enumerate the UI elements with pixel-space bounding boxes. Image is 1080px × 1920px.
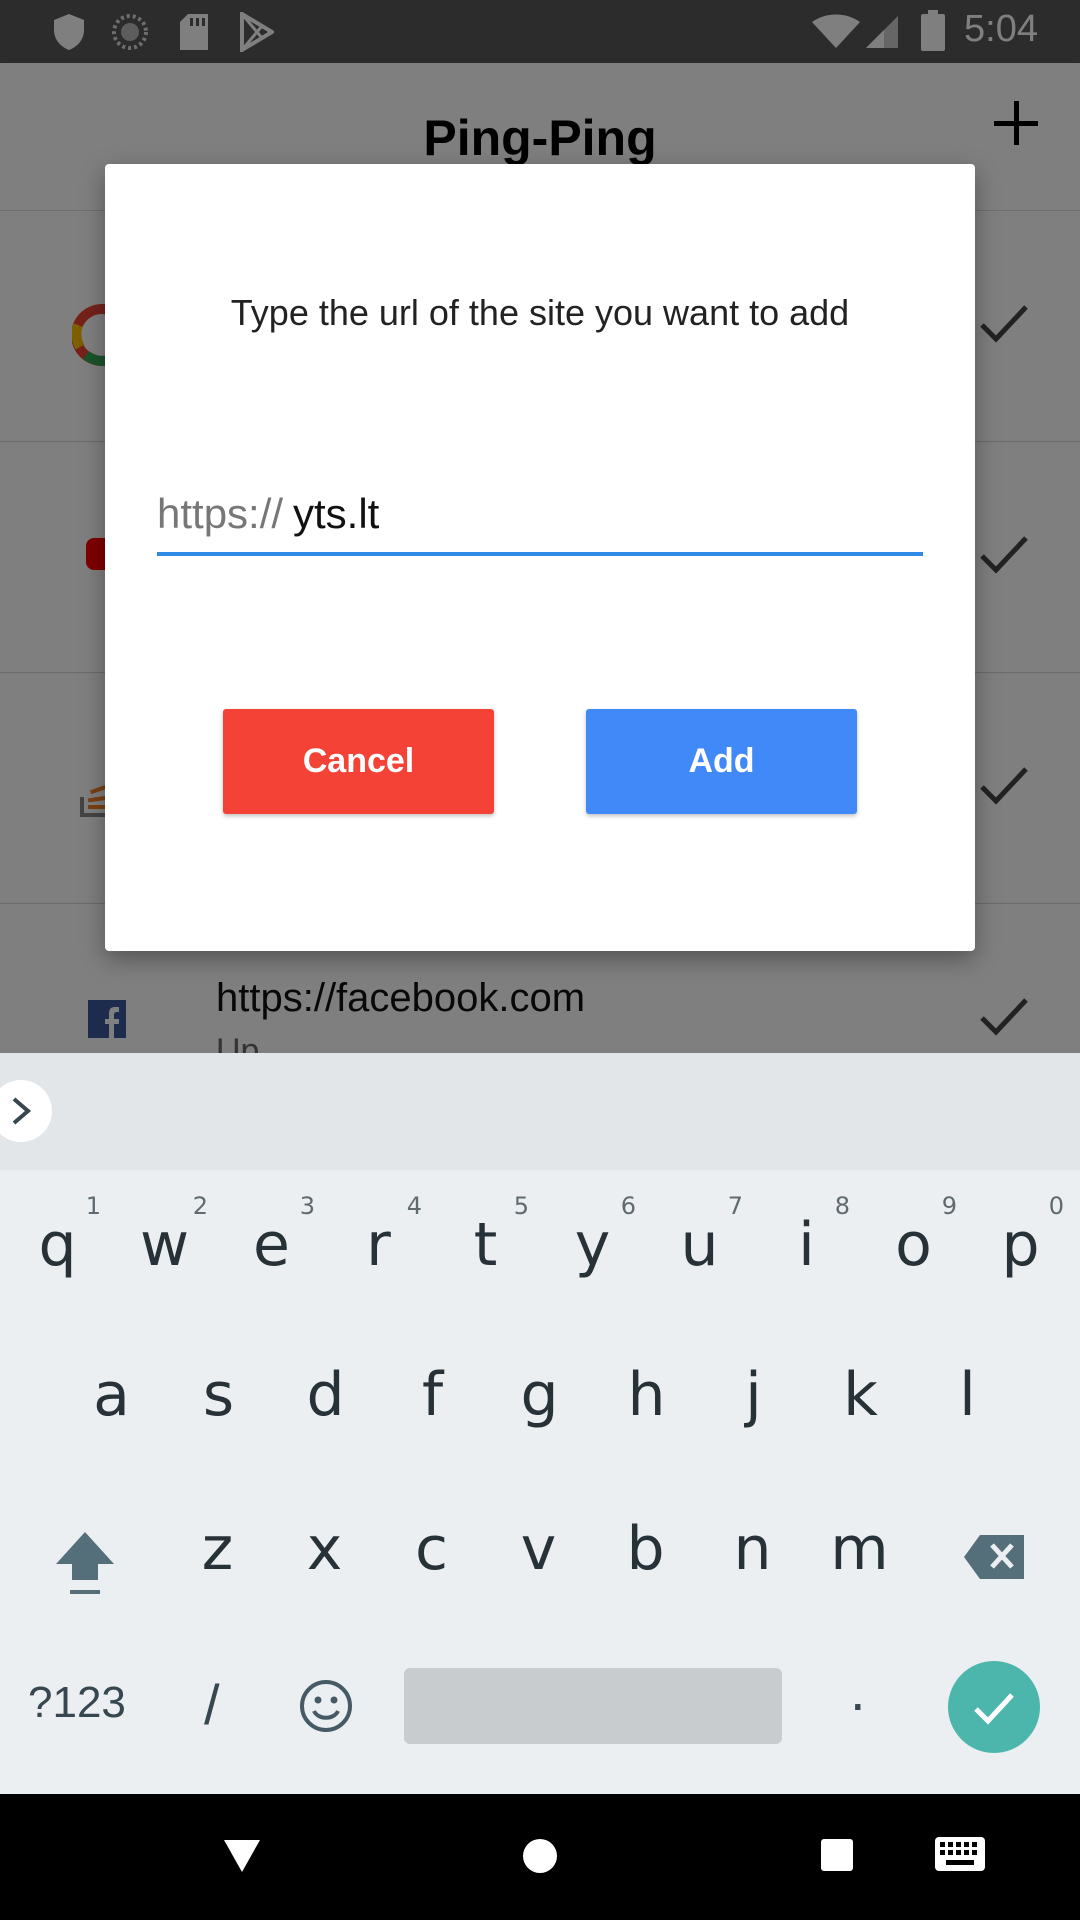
key-hint: 5 bbox=[513, 1192, 529, 1220]
recents-icon[interactable] bbox=[820, 1838, 854, 1877]
key-letter: d bbox=[306, 1360, 345, 1430]
key-letter: y bbox=[574, 1210, 611, 1280]
add-site-dialog: Type the url of the site you want to add… bbox=[105, 164, 975, 951]
key-f[interactable]: f bbox=[379, 1320, 486, 1470]
key-y[interactable]: y6 bbox=[539, 1170, 646, 1320]
key-hint: 1 bbox=[85, 1192, 101, 1220]
cancel-button[interactable]: Cancel bbox=[223, 709, 494, 814]
key-w[interactable]: w2 bbox=[111, 1170, 218, 1320]
shift-key[interactable] bbox=[50, 1528, 120, 1603]
key-letter: w bbox=[139, 1210, 190, 1280]
key-letter: p bbox=[1001, 1210, 1040, 1280]
key-letter: k bbox=[843, 1360, 878, 1430]
key-h[interactable]: h bbox=[593, 1320, 700, 1470]
add-button[interactable]: Add bbox=[586, 709, 857, 814]
key-q[interactable]: q1 bbox=[4, 1170, 111, 1320]
key-letter: b bbox=[626, 1514, 665, 1584]
done-key[interactable] bbox=[948, 1661, 1040, 1753]
key-letter: u bbox=[680, 1210, 719, 1280]
key-g[interactable]: g bbox=[486, 1320, 593, 1470]
key-x[interactable]: x bbox=[271, 1474, 378, 1624]
key-hint: 2 bbox=[192, 1192, 208, 1220]
key-letter: o bbox=[895, 1210, 932, 1280]
home-icon[interactable] bbox=[522, 1838, 558, 1879]
key-letter: z bbox=[201, 1514, 234, 1584]
emoji-icon[interactable] bbox=[298, 1678, 354, 1739]
key-letter: l bbox=[959, 1360, 976, 1430]
key-letter: q bbox=[38, 1210, 77, 1280]
key-letter: h bbox=[627, 1360, 666, 1430]
key-s[interactable]: s bbox=[165, 1320, 272, 1470]
space-key[interactable] bbox=[404, 1668, 782, 1744]
navigation-bar bbox=[0, 1794, 1080, 1920]
key-hint: 8 bbox=[834, 1192, 850, 1220]
key-c[interactable]: c bbox=[378, 1474, 485, 1624]
key-r[interactable]: r4 bbox=[325, 1170, 432, 1320]
key-d[interactable]: d bbox=[272, 1320, 379, 1470]
backspace-key[interactable] bbox=[962, 1533, 1028, 1586]
back-icon[interactable] bbox=[222, 1838, 262, 1879]
key-a[interactable]: a bbox=[58, 1320, 165, 1470]
key-letter: m bbox=[830, 1514, 889, 1584]
url-value: yts.lt bbox=[293, 490, 380, 537]
key-e[interactable]: e3 bbox=[218, 1170, 325, 1320]
keyboard-suggestion-strip bbox=[0, 1053, 1080, 1170]
key-letter: t bbox=[473, 1210, 498, 1280]
slash-key[interactable]: / bbox=[204, 1672, 220, 1737]
key-letter: r bbox=[366, 1210, 391, 1280]
key-k[interactable]: k bbox=[807, 1320, 914, 1470]
key-hint: 3 bbox=[299, 1192, 315, 1220]
key-letter: j bbox=[745, 1360, 762, 1430]
key-hint: 9 bbox=[941, 1192, 957, 1220]
key-letter: g bbox=[520, 1360, 559, 1430]
key-m[interactable]: m bbox=[806, 1474, 913, 1624]
key-n[interactable]: n bbox=[699, 1474, 806, 1624]
key-letter: i bbox=[798, 1210, 815, 1280]
key-letter: s bbox=[202, 1360, 235, 1430]
period-key[interactable]: . bbox=[850, 1658, 866, 1723]
symbols-key[interactable]: ?123 bbox=[28, 1678, 126, 1728]
key-j[interactable]: j bbox=[700, 1320, 807, 1470]
url-input[interactable]: https:// yts.lt bbox=[157, 484, 923, 556]
key-v[interactable]: v bbox=[485, 1474, 592, 1624]
key-o[interactable]: o9 bbox=[860, 1170, 967, 1320]
key-letter: f bbox=[421, 1360, 444, 1430]
key-l[interactable]: l bbox=[914, 1320, 1021, 1470]
key-hint: 0 bbox=[1048, 1192, 1064, 1220]
key-b[interactable]: b bbox=[592, 1474, 699, 1624]
key-letter: x bbox=[306, 1514, 343, 1584]
key-z[interactable]: z bbox=[164, 1474, 271, 1624]
key-p[interactable]: p0 bbox=[967, 1170, 1074, 1320]
url-prefix: https:// bbox=[157, 490, 284, 537]
key-letter: v bbox=[520, 1514, 557, 1584]
key-letter: n bbox=[733, 1514, 772, 1584]
key-letter: c bbox=[415, 1514, 448, 1584]
keyboard-switch-icon[interactable] bbox=[934, 1836, 986, 1877]
key-hint: 7 bbox=[727, 1192, 743, 1220]
key-letter: a bbox=[93, 1360, 130, 1430]
key-letter: e bbox=[253, 1210, 290, 1280]
key-hint: 4 bbox=[406, 1192, 422, 1220]
key-u[interactable]: u7 bbox=[646, 1170, 753, 1320]
key-hint: 6 bbox=[620, 1192, 636, 1220]
chevron-right-icon[interactable] bbox=[0, 1080, 52, 1142]
soft-keyboard: ?123 / . q1w2e3r4t5y6u7i8o9p0asdfghjklzx… bbox=[0, 1170, 1080, 1794]
key-t[interactable]: t5 bbox=[432, 1170, 539, 1320]
dialog-message: Type the url of the site you want to add bbox=[230, 292, 850, 333]
key-i[interactable]: i8 bbox=[753, 1170, 860, 1320]
